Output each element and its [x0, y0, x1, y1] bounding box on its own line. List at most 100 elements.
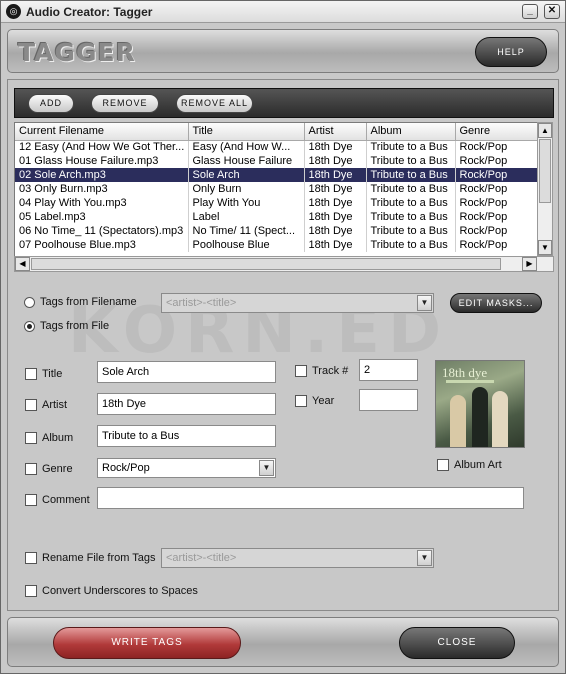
- cell-genre: Rock/Pop: [455, 196, 537, 210]
- remove-button[interactable]: REMOVE: [91, 94, 159, 113]
- cell-genre: Rock/Pop: [455, 238, 537, 252]
- genre-select[interactable]: Rock/Pop ▼: [97, 458, 276, 478]
- title-label: Title: [42, 368, 63, 380]
- cell-genre: Rock/Pop: [455, 140, 537, 154]
- cell-genre: Rock/Pop: [455, 210, 537, 224]
- artist-label: Artist: [42, 399, 68, 411]
- track-number-field[interactable]: 2: [359, 359, 418, 381]
- file-list-horizontal-scrollbar[interactable]: ◀ ▶: [14, 256, 554, 272]
- add-button[interactable]: ADD: [28, 94, 74, 113]
- table-row[interactable]: 02 Sole Arch.mp3 Sole Arch 18th Dye Tribute…: [15, 168, 537, 182]
- scroll-up-arrow-icon[interactable]: ▲: [538, 123, 552, 138]
- audio-creator-icon: ◎: [6, 4, 21, 19]
- file-list[interactable]: Current Filename Title Artist Album Genr…: [14, 122, 538, 272]
- remove-all-button[interactable]: REMOVE ALL: [176, 94, 253, 113]
- rename-mask-value: <artist>-<title>: [166, 552, 237, 564]
- cell-album: Tribute to a Bus: [366, 140, 456, 154]
- track-checkbox[interactable]: [295, 365, 307, 377]
- column-header-filename[interactable]: Current Filename: [15, 123, 189, 141]
- year-checkbox[interactable]: [295, 395, 307, 407]
- close-window-button[interactable]: ✕: [544, 4, 560, 19]
- comment-field[interactable]: [97, 487, 524, 509]
- cell-filename: 01 Glass House Failure.mp3: [15, 154, 189, 168]
- write-tags-button[interactable]: WRITE TAGS: [53, 627, 241, 659]
- column-header-title[interactable]: Title: [188, 123, 305, 141]
- table-row[interactable]: 03 Only Burn.mp3 Only Burn 18th Dye Tribute…: [15, 182, 537, 196]
- title-bar: ◎ Audio Creator: Tagger _ ✕: [1, 1, 565, 23]
- footer-band: WRITE TAGS CLOSE: [7, 617, 559, 667]
- list-toolbar: ADD REMOVE REMOVE ALL: [14, 88, 554, 118]
- table-row[interactable]: 04 Play With You.mp3 Play With You 18th Dy…: [15, 196, 537, 210]
- horizontal-scroll-thumb[interactable]: [31, 258, 501, 270]
- cell-filename: 03 Only Burn.mp3: [15, 182, 189, 196]
- table-row[interactable]: 05 Label.mp3 Label 18th Dye Tribute to a Bu…: [15, 210, 537, 224]
- cell-artist: 18th Dye: [304, 238, 367, 252]
- cell-genre: Rock/Pop: [455, 224, 537, 238]
- year-label: Year: [312, 395, 335, 407]
- convert-underscores-checkbox[interactable]: [25, 585, 37, 597]
- title-field[interactable]: Sole Arch: [97, 361, 276, 383]
- rename-file-checkbox[interactable]: [25, 552, 37, 564]
- artist-checkbox[interactable]: [25, 399, 37, 411]
- minimize-button[interactable]: _: [522, 4, 538, 19]
- rename-mask-select: <artist>-<title> ▼: [161, 548, 434, 568]
- table-row[interactable]: 12 Easy (And How We Got Ther... Easy (And…: [15, 140, 537, 154]
- artist-field[interactable]: 18th Dye: [97, 393, 276, 415]
- chevron-down-icon[interactable]: ▼: [259, 460, 274, 476]
- title-checkbox[interactable]: [25, 368, 37, 380]
- file-table: Current Filename Title Artist Album Genr…: [15, 123, 537, 252]
- album-art-image: 18th dye: [435, 360, 525, 448]
- cell-title: Sole Arch: [188, 168, 305, 182]
- file-list-vertical-scrollbar[interactable]: ▲ ▼: [537, 122, 553, 256]
- album-art-band-text: 18th dye: [442, 365, 488, 380]
- vertical-scroll-thumb[interactable]: [539, 139, 551, 203]
- cell-album: Tribute to a Bus: [366, 196, 456, 210]
- window-title: Audio Creator: Tagger: [26, 5, 153, 19]
- table-row[interactable]: 07 Poolhouse Blue.mp3 Poolhouse Blue 18th …: [15, 238, 537, 252]
- edit-masks-button[interactable]: EDIT MASKS...: [450, 293, 542, 313]
- scroll-down-arrow-icon[interactable]: ▼: [538, 240, 552, 255]
- cell-album: Tribute to a Bus: [366, 210, 456, 224]
- cell-album: Tribute to a Bus: [366, 238, 456, 252]
- cell-filename: 05 Label.mp3: [15, 210, 189, 224]
- cell-title: Glass House Failure: [188, 154, 305, 168]
- genre-checkbox[interactable]: [25, 463, 37, 475]
- column-header-album[interactable]: Album: [366, 123, 456, 141]
- track-label: Track #: [312, 365, 349, 377]
- table-row[interactable]: 01 Glass House Failure.mp3 Glass House Fa…: [15, 154, 537, 168]
- cell-genre: Rock/Pop: [455, 154, 537, 168]
- tags-from-file-label[interactable]: Tags from File: [40, 320, 109, 332]
- help-button[interactable]: HELP: [475, 37, 547, 67]
- genre-value: Rock/Pop: [102, 462, 150, 474]
- scroll-left-arrow-icon[interactable]: ◀: [15, 257, 30, 271]
- tagger-window: ◎ Audio Creator: Tagger _ ✕ TAGGER HELP …: [0, 0, 566, 674]
- column-header-genre[interactable]: Genre: [455, 123, 537, 141]
- tags-from-filename-radio[interactable]: [24, 297, 35, 308]
- comment-checkbox[interactable]: [25, 494, 37, 506]
- close-button[interactable]: CLOSE: [399, 627, 515, 659]
- tagger-logo: TAGGER: [18, 38, 136, 67]
- year-field[interactable]: [359, 389, 418, 411]
- filename-mask-select: <artist>-<title> ▼: [161, 293, 434, 313]
- album-checkbox[interactable]: [25, 432, 37, 444]
- cell-artist: 18th Dye: [304, 154, 367, 168]
- cell-title: Poolhouse Blue: [188, 238, 305, 252]
- cell-artist: 18th Dye: [304, 224, 367, 238]
- cell-filename: 07 Poolhouse Blue.mp3: [15, 238, 189, 252]
- cell-filename: 12 Easy (And How We Got Ther...: [15, 140, 189, 154]
- main-panel: ADD REMOVE REMOVE ALL Current Filename T…: [7, 79, 559, 611]
- scroll-right-arrow-icon[interactable]: ▶: [522, 257, 537, 271]
- tags-from-filename-label[interactable]: Tags from Filename: [40, 296, 137, 308]
- album-label: Album: [42, 432, 74, 444]
- table-row[interactable]: 06 No Time_ 11 (Spectators).mp3 No Time/ …: [15, 224, 537, 238]
- album-field[interactable]: Tribute to a Bus: [97, 425, 276, 447]
- cell-album: Tribute to a Bus: [366, 224, 456, 238]
- file-table-header: Current Filename Title Artist Album Genr…: [15, 123, 537, 141]
- album-art-checkbox[interactable]: [437, 459, 449, 471]
- cell-album: Tribute to a Bus: [366, 182, 456, 196]
- chevron-down-icon: ▼: [417, 295, 432, 311]
- cell-album: Tribute to a Bus: [366, 168, 456, 182]
- tags-from-file-radio[interactable]: [24, 321, 35, 332]
- column-header-artist[interactable]: Artist: [304, 123, 367, 141]
- cell-genre: Rock/Pop: [455, 168, 537, 182]
